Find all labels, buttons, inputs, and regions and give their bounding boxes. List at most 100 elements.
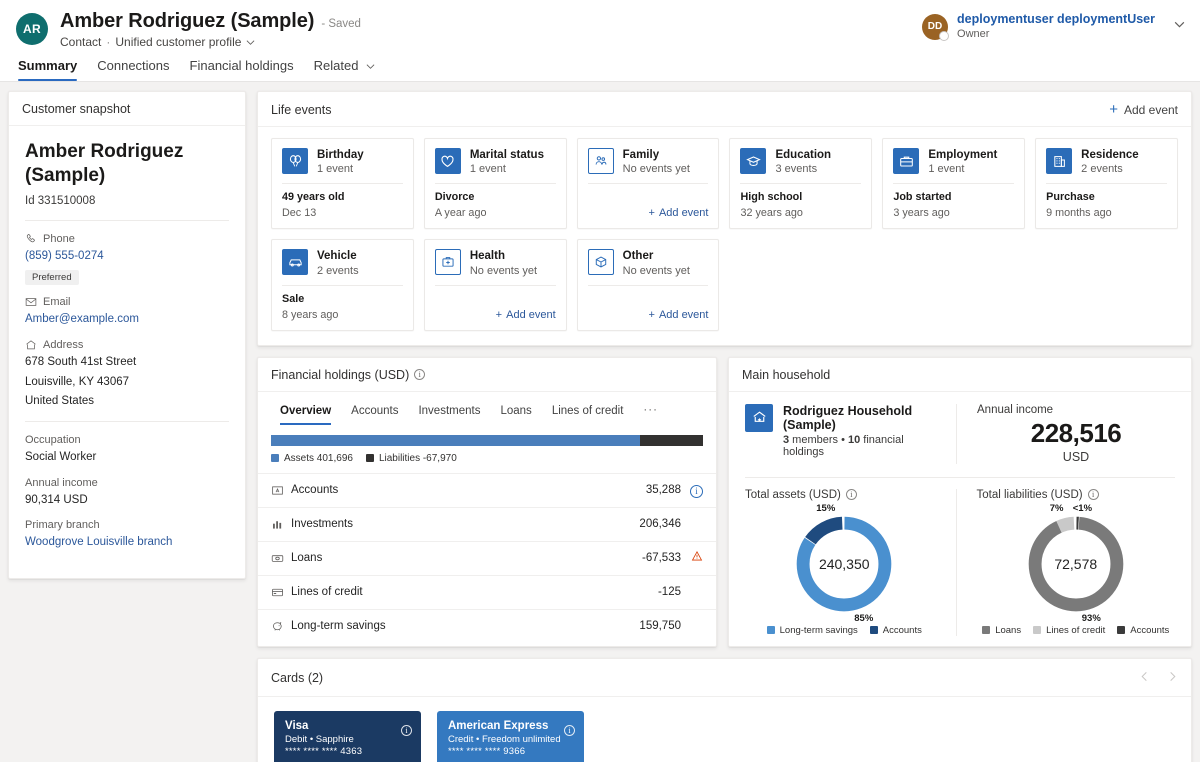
table-row[interactable]: Investments 206,346 — [258, 506, 716, 541]
life-events-grid: Birthday 1 event 49 years old Dec 13 Mar… — [258, 127, 1191, 345]
legend-item-assets: Assets 401,696 — [271, 453, 353, 464]
life-event-count: 1 event — [928, 163, 965, 176]
owner-name[interactable]: deploymentuser deploymentUser — [957, 12, 1155, 28]
box-icon — [587, 249, 614, 276]
owner-role: Owner — [957, 27, 990, 40]
life-events-card: Life events + Add event Birthday 1 event… — [257, 91, 1192, 346]
life-event-education[interactable]: Education 3 events High school 32 years … — [729, 138, 873, 230]
legend-label: Lines of credit — [1046, 624, 1106, 636]
chevron-down-icon[interactable] — [246, 38, 255, 47]
main-household-title: Main household — [729, 358, 1191, 392]
legend-swatch — [1033, 626, 1042, 635]
tab-financial-holdings[interactable]: Financial holdings — [180, 52, 304, 81]
main-household-card: Main household Rodriguez Household (Samp… — [728, 356, 1192, 647]
row-value: 35,288 — [645, 484, 681, 497]
chevron-left-icon[interactable] — [1139, 669, 1150, 687]
form-name-label: Unified customer profile — [115, 35, 242, 49]
page-body: Customer snapshot Amber Rodriguez (Sampl… — [0, 82, 1200, 762]
header-expand-chevron-icon[interactable] — [1173, 18, 1186, 36]
table-row[interactable]: Lines of credit -125 — [258, 574, 716, 609]
tab-related[interactable]: Related — [304, 52, 385, 81]
payment-card-visa[interactable]: i Visa Debit • Sapphire **** **** **** 4… — [274, 710, 421, 762]
household-identity[interactable]: Rodriguez Household (Sample) 3 members •… — [745, 403, 957, 464]
email-icon — [25, 296, 37, 308]
chevron-down-icon[interactable] — [366, 62, 375, 71]
fh-tab-overview[interactable]: Overview — [271, 400, 340, 425]
life-event-count: No events yet — [622, 264, 690, 277]
life-event-marital-status[interactable]: Marital status 1 event Divorce A year ag… — [423, 138, 567, 230]
piggy-bank-icon — [271, 620, 291, 633]
home-icon — [25, 339, 37, 351]
fh-tab-overflow-icon[interactable]: ··· — [634, 399, 667, 426]
fh-tab-lines-of-credit[interactable]: Lines of credit — [543, 400, 633, 425]
fh-tab-loans[interactable]: Loans — [491, 400, 540, 425]
life-event-vehicle[interactable]: Vehicle 2 events Sale 8 years ago — [271, 239, 414, 331]
row-value: -125 — [657, 586, 681, 599]
address-line-1: 678 South 41st Street — [25, 355, 137, 368]
household-holdings-count: 10 — [848, 433, 861, 446]
row-label: Long-term savings — [291, 620, 386, 633]
lines-of-credit-icon — [271, 586, 291, 599]
legend-label: Loans — [995, 624, 1022, 636]
fh-tab-accounts[interactable]: Accounts — [342, 400, 407, 425]
legend-swatch — [766, 626, 775, 635]
total-liabilities-title-row: Total liabilities (USD) i — [977, 489, 1176, 501]
fh-tab-label: Loans — [500, 404, 532, 417]
life-event-latest: 49 years old — [282, 191, 345, 204]
life-events-header: Life events + Add event — [258, 92, 1191, 127]
tab-summary-label: Summary — [18, 58, 78, 73]
card-info-icon[interactable]: i — [401, 720, 412, 738]
chevron-right-icon[interactable] — [1167, 669, 1178, 687]
add-event-button[interactable]: + Add event — [1109, 102, 1178, 117]
tab-connections[interactable]: Connections — [87, 52, 179, 81]
accounts-icon — [271, 484, 291, 497]
life-event-health[interactable]: Health No events yet + Add event — [423, 239, 567, 331]
household-meta: 3 members • 10 financial holdings — [783, 434, 942, 458]
card-info-icon[interactable]: i — [564, 720, 575, 738]
life-event-latest: Divorce — [434, 191, 475, 204]
email-value[interactable]: Amber@example.com — [25, 311, 229, 328]
row-info-icon[interactable]: i — [681, 481, 703, 499]
life-event-count: 2 events — [317, 264, 359, 277]
legend-item-accounts: Accounts — [869, 625, 922, 636]
household-annual-income: Annual income 228,516 USD — [957, 404, 1175, 464]
plus-icon: + — [648, 308, 655, 321]
life-event-date: 32 years ago — [740, 207, 803, 220]
fh-tab-label: Lines of credit — [551, 404, 624, 417]
info-icon[interactable]: i — [414, 369, 426, 381]
primary-branch-value[interactable]: Woodgrove Louisville branch — [25, 534, 229, 551]
table-row[interactable]: Loans -67,533 — [258, 540, 716, 575]
add-event-button[interactable]: + Add event — [649, 309, 709, 321]
tab-related-label: Related — [313, 58, 359, 73]
life-event-employment[interactable]: Employment 1 event Job started 3 years a… — [882, 138, 1026, 230]
payment-card-american-express[interactable]: i American Express Credit • Freedom unli… — [437, 710, 584, 762]
info-icon[interactable]: i — [845, 489, 857, 501]
phone-value[interactable]: (859) 555-0274 — [25, 248, 229, 265]
building-icon — [1046, 148, 1073, 174]
info-icon[interactable]: i — [1087, 489, 1099, 501]
investments-icon — [271, 518, 291, 531]
life-event-name: Employment — [928, 149, 998, 161]
life-event-residence[interactable]: Residence 2 events Purchase 9 months ago — [1035, 138, 1178, 230]
address-line-3: United States — [25, 395, 95, 408]
life-event-birthday[interactable]: Birthday 1 event 49 years old Dec 13 — [271, 138, 414, 230]
liabilities-donut-label-7pct: 7% — [1049, 502, 1064, 514]
row-warning-icon[interactable] — [681, 549, 703, 567]
life-event-other[interactable]: Other No events yet + Add event — [576, 239, 720, 331]
plus-icon: + — [1109, 101, 1118, 118]
life-event-name: Education — [775, 149, 832, 161]
field-annual-income: Annual income 90,314 USD — [25, 477, 229, 509]
fh-tab-investments[interactable]: Investments — [409, 400, 489, 425]
life-events-title: Life events — [271, 102, 332, 117]
household-star-home-icon — [745, 403, 773, 432]
life-event-family[interactable]: Family No events yet + Add event — [576, 138, 720, 230]
main-tabs: Summary Connections Financial holdings R… — [0, 52, 385, 81]
table-row[interactable]: Long-term savings 159,750 — [258, 608, 716, 643]
legend-swatch — [869, 626, 878, 635]
loans-icon — [271, 552, 291, 565]
assets-donut-label-bottom: 85% — [854, 612, 874, 624]
add-event-button[interactable]: + Add event — [496, 309, 556, 321]
table-row[interactable]: Accounts 35,288 i — [258, 472, 716, 507]
tab-summary[interactable]: Summary — [16, 52, 87, 81]
add-event-button[interactable]: + Add event — [649, 207, 709, 219]
